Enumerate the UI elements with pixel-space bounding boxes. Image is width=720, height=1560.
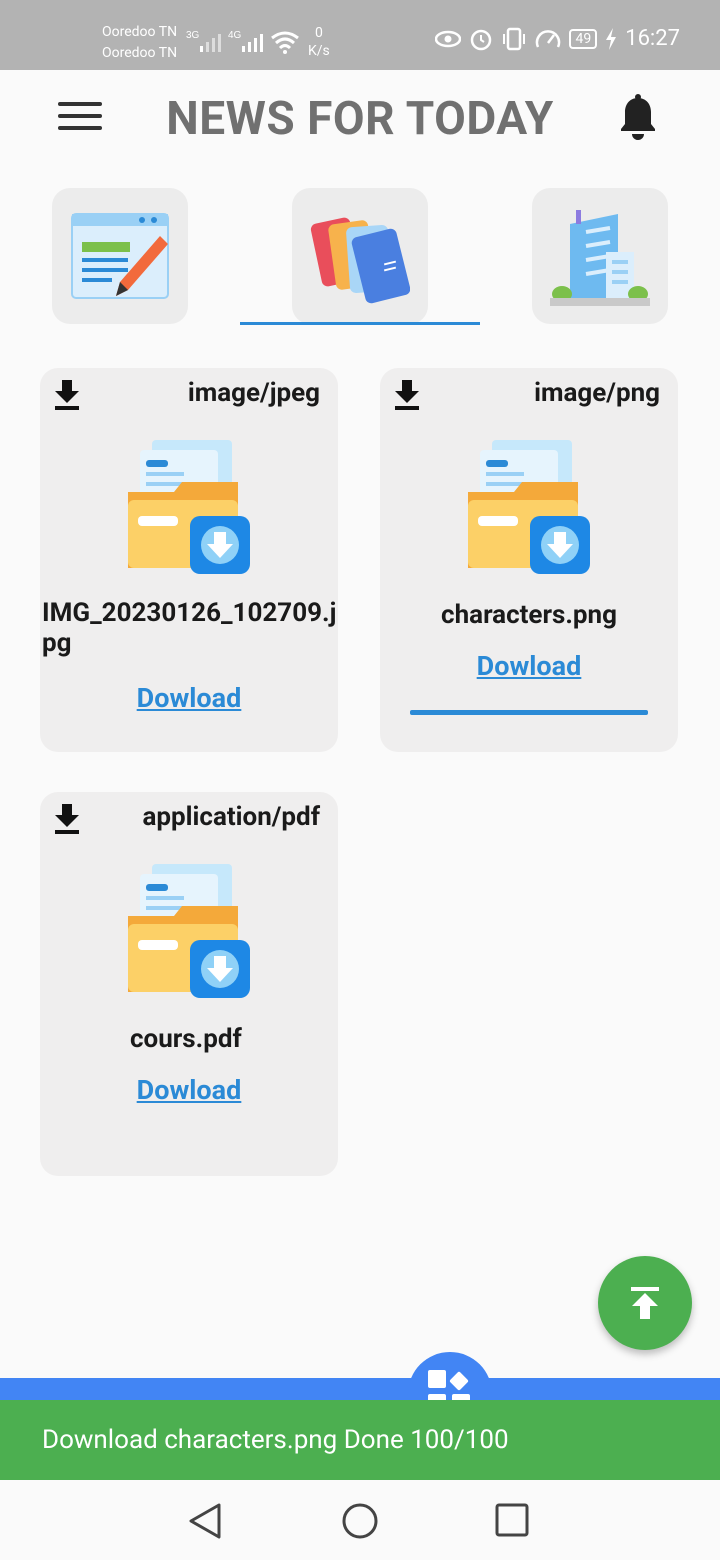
carrier-1: Ooredoo TN [102, 24, 178, 40]
download-link[interactable]: Dowload [380, 650, 678, 682]
building-icon [550, 210, 650, 306]
vibrate-icon [503, 27, 526, 50]
file-name: characters.png [441, 600, 617, 630]
home-icon[interactable] [341, 1502, 379, 1540]
folder-download-icon [128, 864, 250, 998]
battery-indicator: 49 [569, 28, 598, 49]
bell-icon[interactable] [618, 94, 658, 142]
download-icon[interactable] [52, 802, 82, 834]
status-bar: Ooredoo TN Ooredoo TN 3G 4G 0 K/s 49 16:… [0, 0, 720, 70]
file-card: application/pdf cours.pdf Dowload [40, 792, 338, 1176]
back-icon[interactable] [188, 1502, 222, 1540]
scroll-to-top-button[interactable] [598, 1256, 692, 1350]
file-name: IMG_20230126_102709.jpg [42, 598, 337, 658]
mime-type: image/jpeg [187, 378, 320, 408]
wifi-icon [271, 31, 299, 54]
download-link[interactable]: Dowload [40, 1074, 338, 1106]
system-navigation-bar [0, 1480, 720, 1560]
article-edit-icon [71, 213, 169, 299]
carrier-2: Ooredoo TN [102, 45, 178, 61]
speedometer-icon [536, 29, 561, 48]
folder-download-icon [128, 440, 250, 574]
eye-icon [435, 30, 462, 47]
download-icon[interactable] [392, 378, 422, 410]
category-tab-books[interactable] [292, 188, 428, 324]
svg-text:4G: 4G [228, 30, 242, 41]
mime-type: application/pdf [142, 802, 320, 832]
download-progress-bar [410, 710, 648, 715]
clock: 16:27 [625, 26, 680, 51]
signal-4g-icon: 4G [228, 30, 263, 52]
app-bar: NEWS FOR TODAY [0, 70, 720, 166]
carrier-info: Ooredoo TN Ooredoo TN [102, 22, 177, 64]
charging-icon [606, 27, 617, 50]
status-right: 49 16:27 [435, 26, 680, 51]
network-speed: 0 K/s [308, 25, 330, 59]
folder-download-icon [468, 440, 590, 574]
file-card: image/jpeg IMG_20230126_102709.jpg Dowlo… [40, 368, 338, 752]
recents-icon[interactable] [494, 1502, 530, 1538]
download-link[interactable]: Dowload [40, 682, 338, 714]
page-title: NEWS FOR TODAY [166, 92, 554, 146]
arrow-to-top-icon [631, 1287, 659, 1319]
category-tab-business[interactable] [532, 188, 668, 324]
svg-text:3G: 3G [186, 30, 200, 41]
category-tab-articles[interactable] [52, 188, 188, 324]
books-icon [310, 217, 410, 304]
download-icon[interactable] [52, 378, 82, 410]
file-card: image/png characters.png Dowload [380, 368, 678, 752]
file-name: cours.pdf [130, 1024, 242, 1054]
alarm-icon [471, 29, 492, 50]
signal-3g-icon: 3G [186, 30, 221, 52]
mime-type: image/png [534, 378, 660, 408]
snackbar: Download characters.png Done 100/100 [0, 1400, 720, 1480]
selected-tab-indicator [240, 322, 480, 325]
